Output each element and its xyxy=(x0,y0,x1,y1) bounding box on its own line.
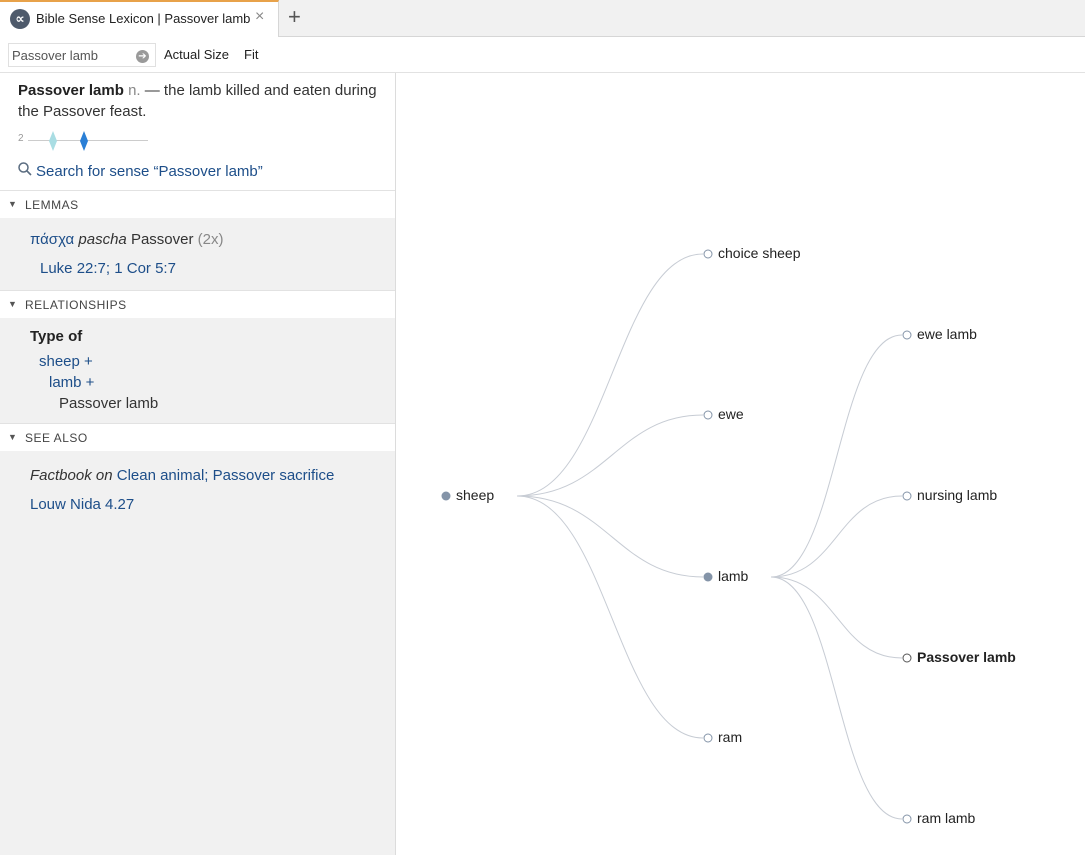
edge-sheep-choice-sheep xyxy=(516,253,704,497)
slider-thumb-active[interactable] xyxy=(80,131,88,151)
graph-node-nursing-lamb[interactable]: nursing lamb xyxy=(917,487,997,503)
tab-bar: ∝ Bible Sense Lexicon | Passover lamb × … xyxy=(0,0,1085,37)
reference-separator: ; xyxy=(105,260,115,277)
reference-link-luke[interactable]: Luke 22:7 xyxy=(40,260,106,277)
node-dot-ewe-lamb xyxy=(902,330,912,340)
lemma-references: Luke 22:7; 1 Cor 5:7 xyxy=(40,260,176,277)
node-dot-passover-lamb xyxy=(902,653,912,663)
sense-info-panel: Passover lamb n. — the lamb killed and e… xyxy=(0,73,396,855)
lemma-transliteration: pascha xyxy=(78,231,127,248)
search-icon xyxy=(18,162,36,180)
lemmas-body: πάσχα pascha Passover (2x) Luke 22:7; 1 … xyxy=(0,218,395,290)
section-title: RELATIONSHIPS xyxy=(25,298,127,312)
tab-title: Bible Sense Lexicon | Passover lamb xyxy=(36,11,251,26)
graph-node-ewe-lamb[interactable]: ewe lamb xyxy=(917,326,977,342)
relationships-body: Type of sheep + lamb + Passover lamb xyxy=(0,318,395,423)
graph-node-choice-sheep[interactable]: choice sheep xyxy=(718,245,801,261)
relationship-lamb-link[interactable]: lamb + xyxy=(49,374,94,391)
node-dot-ram xyxy=(703,733,713,743)
collapse-caret-icon: ▼ xyxy=(8,432,18,442)
toolbar: ➔ Actual Size Fit xyxy=(0,37,1085,73)
factbook-on-word: on xyxy=(95,467,113,484)
part-of-speech: n. xyxy=(128,82,141,99)
sense-search-box[interactable]: ➔ xyxy=(8,43,156,67)
edge-lamb-ewe-lamb xyxy=(770,334,903,578)
close-icon[interactable]: × xyxy=(255,8,264,26)
section-header-see-also[interactable]: ▼ SEE ALSO xyxy=(0,423,395,451)
actual-size-button[interactable]: Actual Size xyxy=(164,47,229,62)
edge-sheep-ram xyxy=(516,495,704,739)
node-dot-choice-sheep xyxy=(703,249,713,259)
graph-node-passover-lamb-selected[interactable]: Passover lamb xyxy=(917,649,1016,665)
slider-value: 2 xyxy=(18,133,24,144)
factbook-link-passover-sacrifice[interactable]: Passover sacrifice xyxy=(213,467,335,484)
collapse-caret-icon: ▼ xyxy=(8,199,18,209)
slider-thumb-light[interactable] xyxy=(49,131,57,151)
relationship-sheep-link[interactable]: sheep + xyxy=(39,353,93,370)
logos-logo-icon: ∝ xyxy=(10,9,30,29)
edge-sheep-lamb xyxy=(516,495,704,578)
edge-lamb-nursing-lamb xyxy=(770,495,903,578)
graph-node-ram[interactable]: ram xyxy=(718,729,742,745)
definition-block: Passover lamb n. — the lamb killed and e… xyxy=(0,73,395,190)
node-dot-ram-lamb xyxy=(902,814,912,824)
add-tab-icon[interactable]: + xyxy=(288,4,301,30)
lemma-gloss: Passover xyxy=(130,231,194,248)
graph-node-lamb[interactable]: lamb xyxy=(718,568,748,584)
tab-bible-sense-lexicon[interactable]: ∝ Bible Sense Lexicon | Passover lamb × xyxy=(0,0,279,37)
graph-node-ewe[interactable]: ewe xyxy=(718,406,744,422)
section-header-lemmas[interactable]: ▼ LEMMAS xyxy=(0,190,395,218)
lemma-entry: πάσχα pascha Passover (2x) xyxy=(30,231,223,248)
sense-graph[interactable]: sheep choice sheep ewe lamb ram ewe lamb… xyxy=(397,73,1085,855)
lemma-greek-link[interactable]: πάσχα xyxy=(30,231,74,248)
node-dot-ewe xyxy=(703,410,713,420)
slider-track xyxy=(28,140,148,141)
section-title: LEMMAS xyxy=(25,198,79,212)
definition-text: Passover lamb n. — the lamb killed and e… xyxy=(18,80,378,122)
edge-lamb-ram-lamb xyxy=(770,576,903,820)
sense-depth-slider[interactable]: 2 xyxy=(18,131,158,151)
factbook-line: Factbook on Clean animal; Passover sacri… xyxy=(30,467,335,484)
node-dot-nursing-lamb xyxy=(902,491,912,501)
lemma-count: (2x) xyxy=(197,231,224,248)
graph-node-sheep[interactable]: sheep xyxy=(456,487,494,503)
louw-nida-link[interactable]: Louw Nida 4.27 xyxy=(30,496,134,513)
collapse-caret-icon: ▼ xyxy=(8,299,18,309)
reference-link-1cor[interactable]: 1 Cor 5:7 xyxy=(114,260,176,277)
search-for-sense-link[interactable]: Search for sense “Passover lamb” xyxy=(18,162,263,180)
definition-term: Passover lamb xyxy=(18,82,124,99)
edge-lamb-passover-lamb xyxy=(770,576,903,659)
node-dot-sheep xyxy=(441,491,451,501)
relationship-type-label: Type of xyxy=(30,328,83,345)
section-header-relationships[interactable]: ▼ RELATIONSHIPS xyxy=(0,290,395,318)
factbook-label: Factbook xyxy=(30,467,92,484)
graph-node-ram-lamb[interactable]: ram lamb xyxy=(917,810,975,826)
node-dot-lamb xyxy=(703,572,713,582)
sense-search-input[interactable] xyxy=(12,46,132,64)
section-title: SEE ALSO xyxy=(25,431,88,445)
search-for-sense-label: Search for sense “Passover lamb” xyxy=(36,163,263,180)
relationship-current-sense: Passover lamb xyxy=(59,395,159,412)
louw-nida-line: Louw Nida 4.27 xyxy=(30,496,134,513)
edge-sheep-ewe xyxy=(516,414,704,497)
see-also-body: Factbook on Clean animal; Passover sacri… xyxy=(0,451,395,855)
factbook-link-clean-animal[interactable]: Clean animal xyxy=(117,467,205,484)
fit-button[interactable]: Fit xyxy=(244,47,258,62)
go-arrow-icon[interactable]: ➔ xyxy=(136,50,149,63)
